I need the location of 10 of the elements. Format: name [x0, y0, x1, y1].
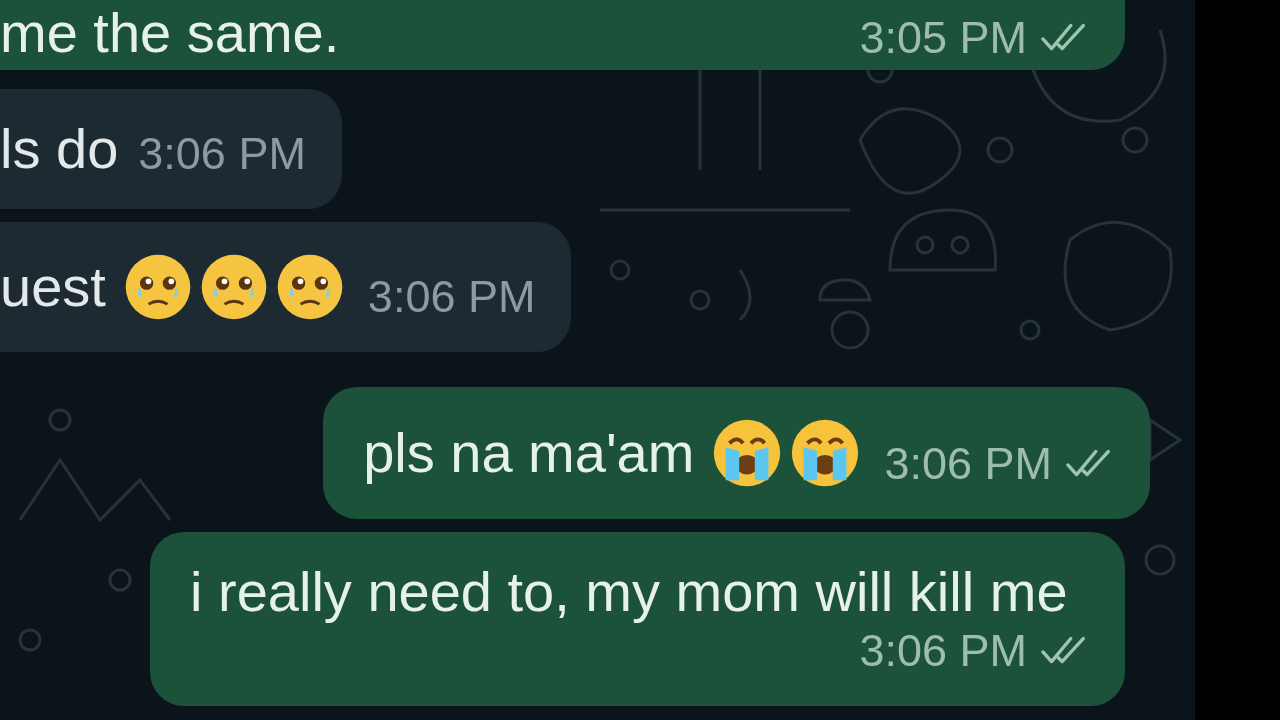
message-text: me the same.	[0, 0, 340, 66]
timestamp: 3:06 PM	[367, 271, 536, 323]
timestamp: 3:06 PM	[138, 128, 306, 180]
message-text: ls do	[0, 116, 119, 182]
timestamp: 3:06 PM	[884, 438, 1052, 490]
message-text: uest	[0, 254, 106, 320]
message-text: i really need to, my mom will kill me	[190, 559, 1068, 625]
message-text: pls na ma'am	[363, 420, 695, 486]
timestamp: 3:05 PM	[859, 12, 1027, 64]
timestamp: 3:06 PM	[859, 625, 1027, 677]
